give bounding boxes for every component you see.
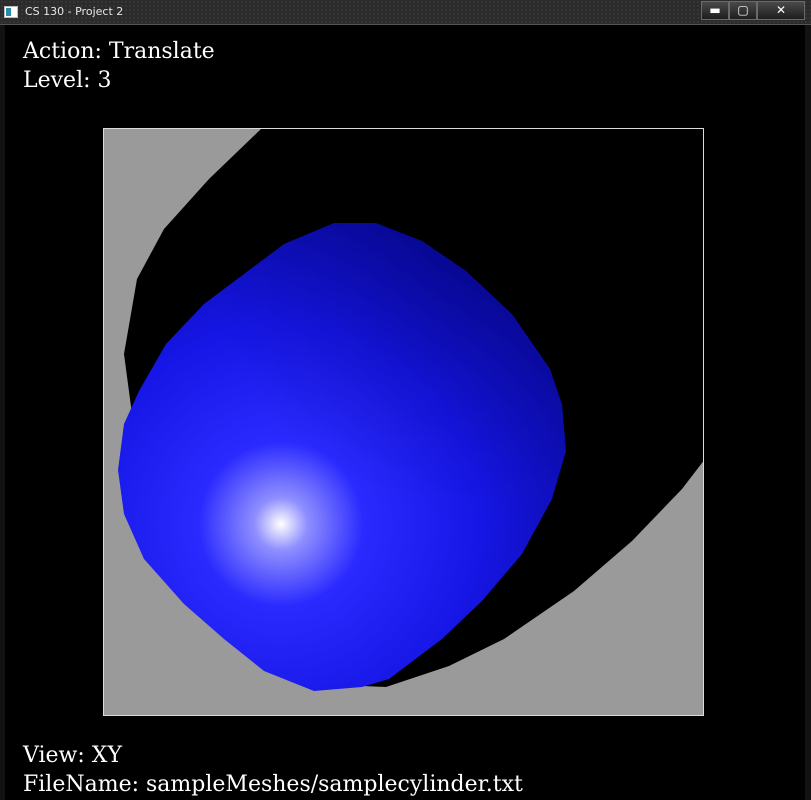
view-label: View: XY	[23, 743, 122, 768]
window-border-right	[805, 25, 811, 800]
minimize-button[interactable]: ▬	[701, 1, 729, 20]
render-viewport[interactable]	[103, 128, 704, 716]
close-button[interactable]: ✕	[757, 1, 805, 20]
scene-canvas	[118, 129, 703, 691]
window-border-left	[0, 25, 5, 800]
maximize-button[interactable]: ▢	[729, 1, 757, 20]
minimize-icon: ▬	[709, 3, 721, 17]
maximize-icon: ▢	[737, 3, 749, 17]
app-icon	[4, 6, 18, 18]
filename-label: FileName: sampleMeshes/samplecylinder.tx…	[23, 772, 523, 797]
title-bar[interactable]: CS 130 - Project 2 ▬ ▢ ✕	[0, 0, 811, 25]
close-icon: ✕	[775, 3, 787, 17]
action-label: Action: Translate	[23, 39, 215, 64]
window-title: CS 130 - Project 2	[25, 5, 124, 18]
level-label: Level: 3	[23, 68, 112, 93]
